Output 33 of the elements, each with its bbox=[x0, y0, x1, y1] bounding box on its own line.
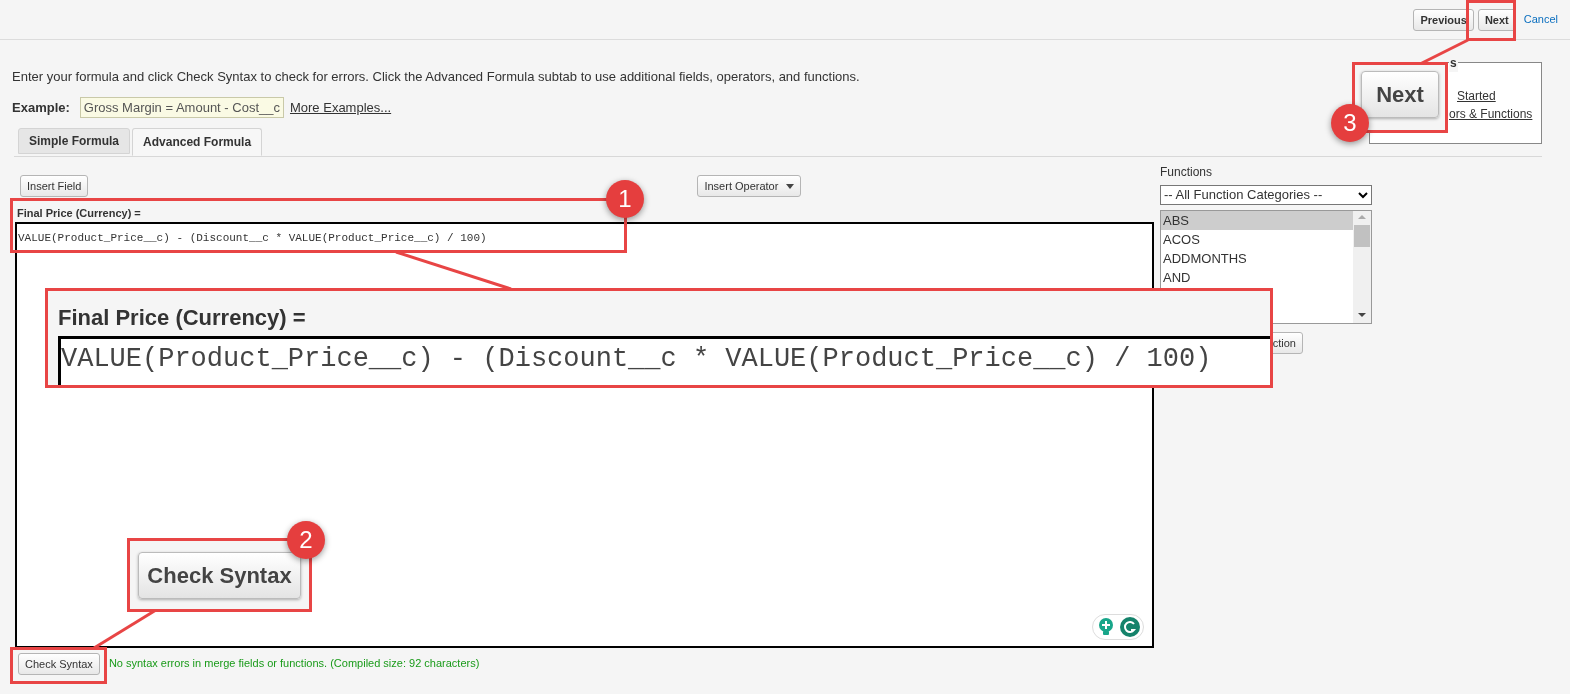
functions-label: Functions bbox=[1160, 164, 1214, 181]
quick-tips-link[interactable]: Started bbox=[1457, 87, 1496, 105]
formula-text: VALUE(Product_Price__c) - (Discount__c * VALUE(Product_Price__c) / 100) bbox=[17, 231, 487, 244]
syntax-result-text: No syntax errors in merge fields or functions. (Compiled size: 92 characters) bbox=[108, 656, 480, 672]
formula-label: Final Price (Currency) = bbox=[17, 206, 142, 221]
function-category-select[interactable]: -- All Function Categories -- bbox=[1160, 185, 1372, 205]
grammarly-icon bbox=[1120, 616, 1140, 637]
insert-operator-button[interactable]: Insert Operator bbox=[697, 175, 802, 197]
step-number-badge: 1 bbox=[606, 180, 644, 218]
function-item[interactable]: ADDMONTHS bbox=[1161, 249, 1353, 268]
formula-tab[interactable]: Simple Formula bbox=[18, 128, 131, 154]
cancel-link[interactable]: Cancel bbox=[1523, 11, 1558, 28]
more-examples-link[interactable]: More Examples... bbox=[290, 97, 392, 117]
function-item[interactable]: ACOS bbox=[1161, 230, 1353, 249]
insert-field-button[interactable]: Insert Field bbox=[20, 175, 89, 197]
formula-tab[interactable]: Advanced Formula bbox=[132, 128, 263, 156]
function-item[interactable]: AND bbox=[1161, 268, 1353, 287]
check-syntax-button[interactable]: Check Syntax bbox=[18, 652, 100, 675]
lightbulb-icon bbox=[1096, 616, 1116, 637]
highlight-frame bbox=[1466, 0, 1516, 41]
nav-button[interactable]: Next bbox=[1477, 8, 1516, 31]
instructions-text: Enter your formula and click Check Syntax to check for errors. Click the Advanced Formula subtab to use additional fields, operators, and functions. bbox=[12, 68, 860, 86]
nav-button[interactable]: Previous bbox=[1413, 8, 1474, 31]
caret-icon bbox=[786, 183, 795, 189]
step-number-badge: 3 bbox=[1331, 104, 1369, 142]
next-button[interactable]: Next bbox=[1361, 71, 1439, 118]
chevron-down-icon bbox=[1358, 191, 1368, 199]
check-syntax-button[interactable]: Check Syntax bbox=[138, 551, 301, 599]
callout-label: Final Price (Currency) = bbox=[58, 304, 307, 332]
example-label: Example: bbox=[12, 98, 70, 117]
quick-tips-link[interactable]: ors & Functions bbox=[1449, 105, 1533, 123]
function-item[interactable]: ABS bbox=[1161, 211, 1353, 230]
example-formula: Gross Margin = Amount - Cost__c bbox=[79, 96, 284, 118]
